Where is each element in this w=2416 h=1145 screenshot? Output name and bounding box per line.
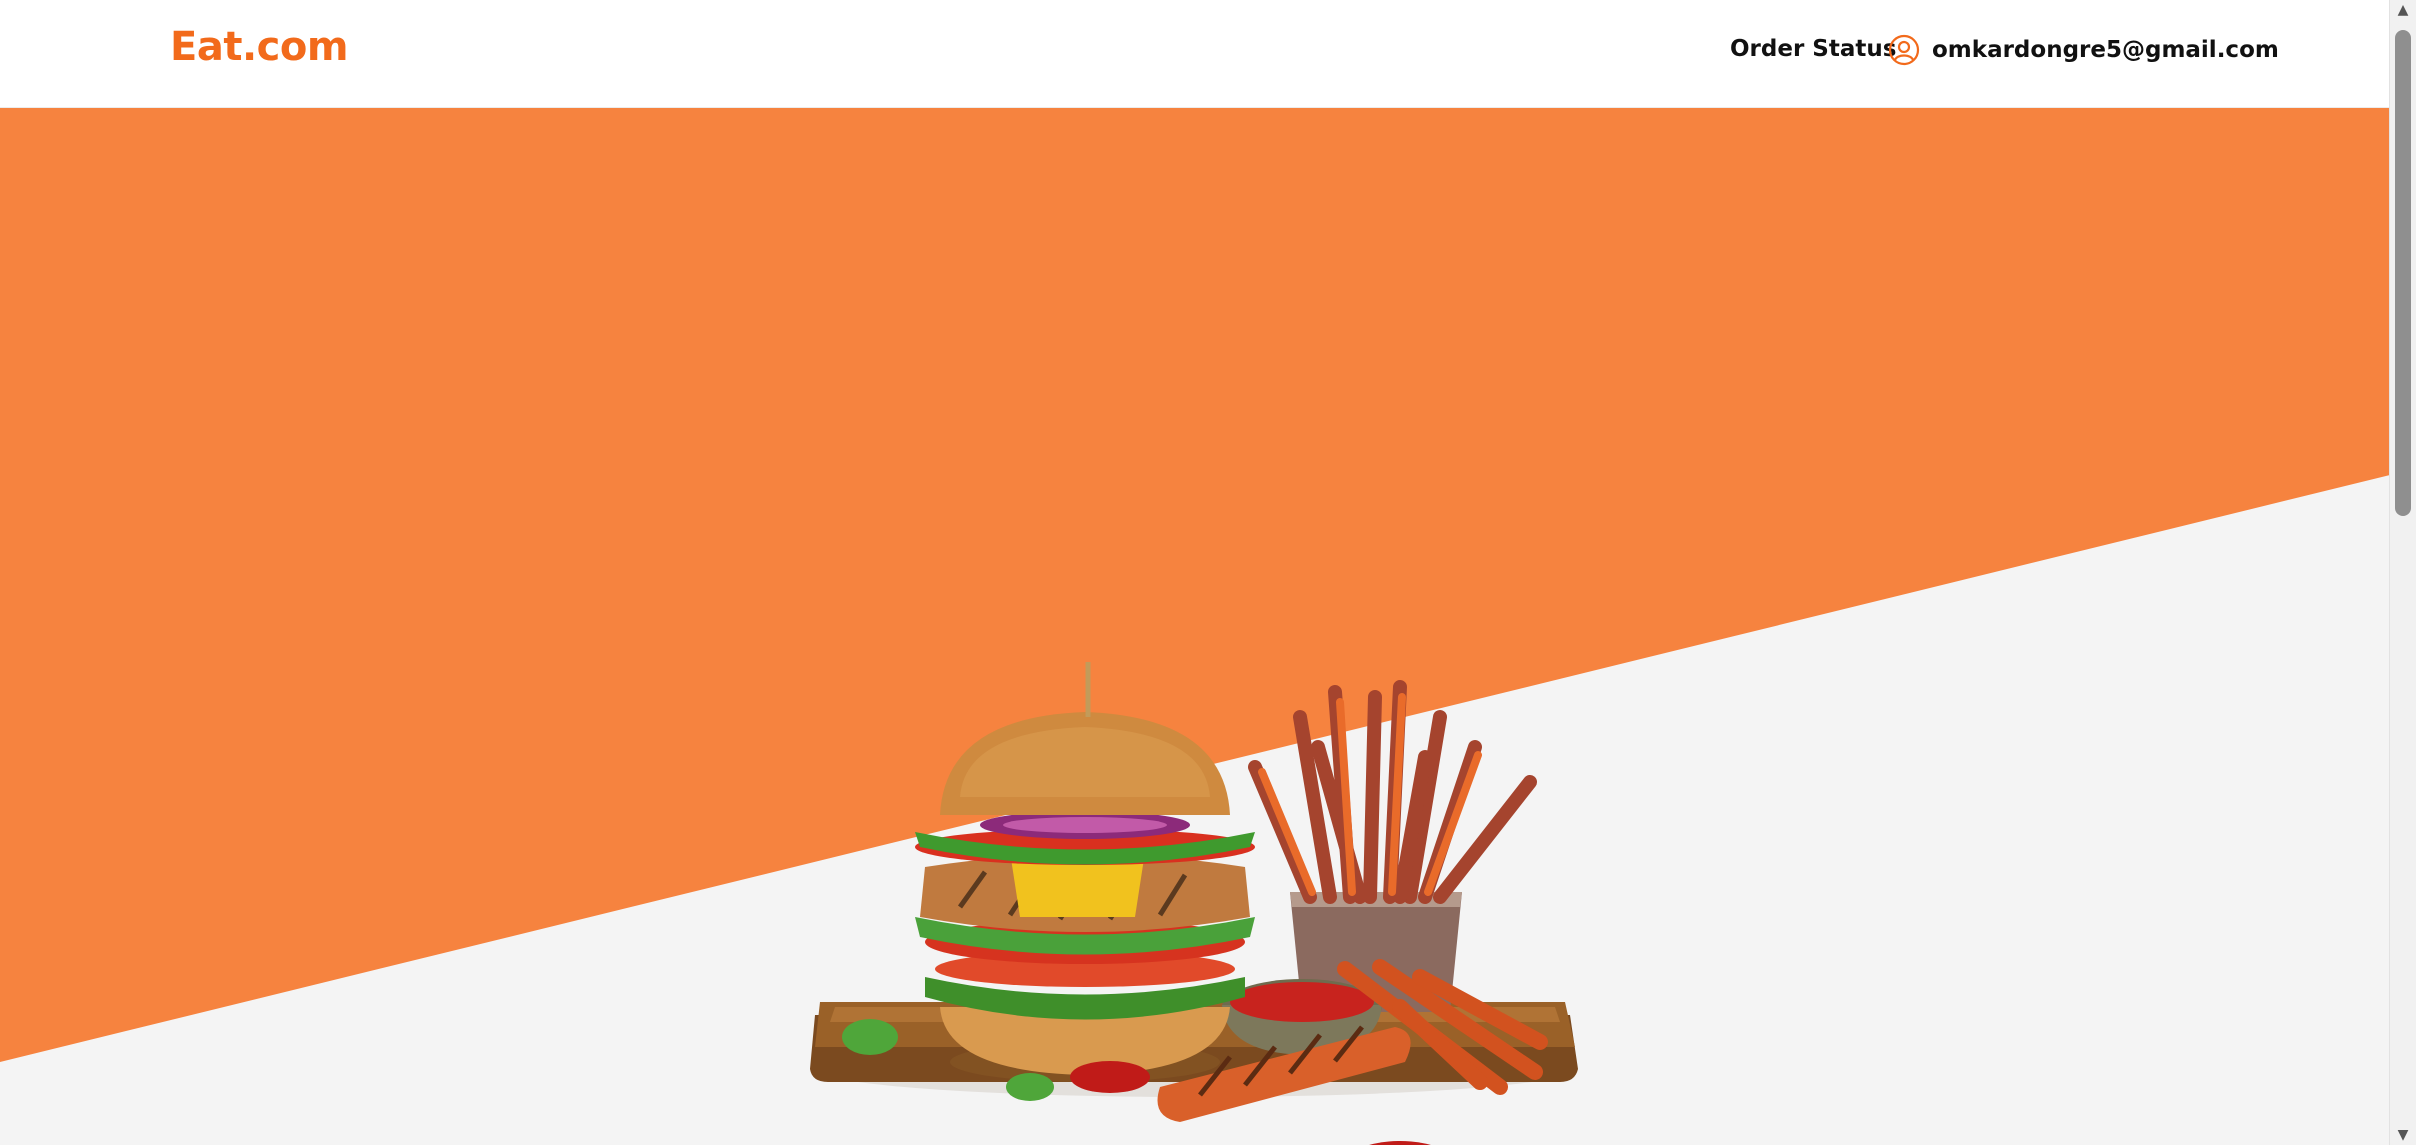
order-status-link[interactable]: Order Status xyxy=(1730,36,1896,62)
hero-background xyxy=(0,107,2390,1145)
arrow-down-icon[interactable]: ▼ xyxy=(2390,1125,2416,1145)
user-menu[interactable]: omkardongre5@gmail.com xyxy=(1888,34,2279,66)
user-circle-icon xyxy=(1888,34,1920,66)
scroll-thumb[interactable] xyxy=(2395,30,2411,516)
hero-section xyxy=(0,107,2390,1145)
page-scrollbar[interactable]: ▲ ▼ xyxy=(2389,0,2416,1145)
arrow-up-icon[interactable]: ▲ xyxy=(2390,0,2416,20)
top-navbar: Eat.com Order Status omkardongre5@gmail.… xyxy=(0,0,2390,108)
site-logo[interactable]: Eat.com xyxy=(170,24,349,70)
user-email: omkardongre5@gmail.com xyxy=(1932,37,2279,63)
